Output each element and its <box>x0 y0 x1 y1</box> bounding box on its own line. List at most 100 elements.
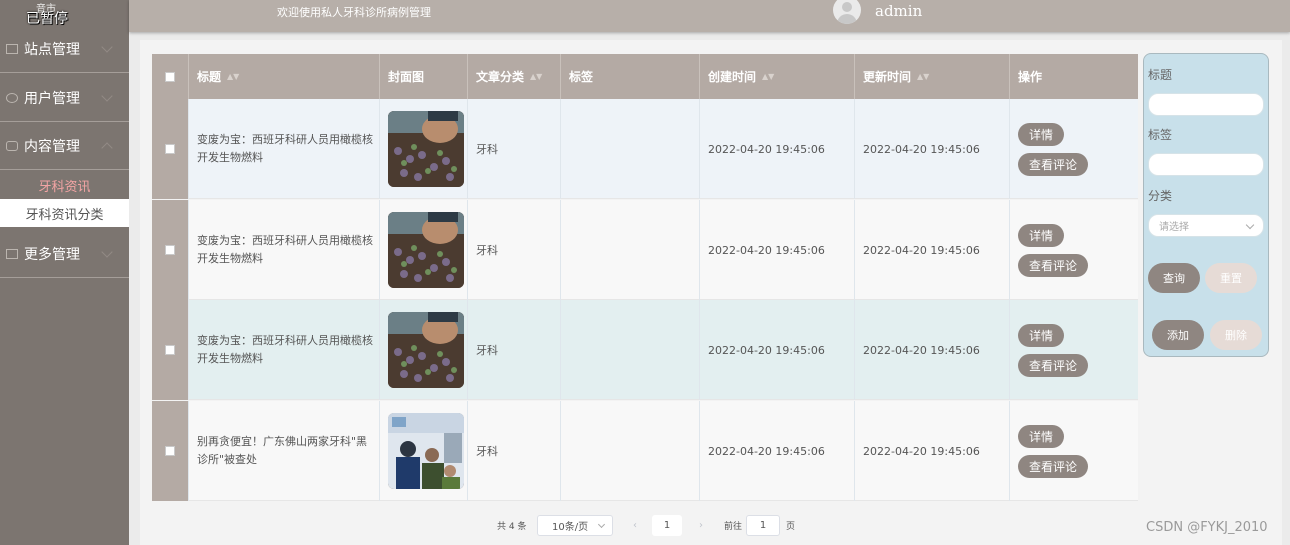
column-header-label: 更新时间 <box>863 70 912 84</box>
column-header-updated[interactable]: 更新时间 ▲▼ <box>855 54 1010 99</box>
next-page-button[interactable]: › <box>690 515 712 536</box>
updated-time: 2022-04-20 19:45:06 <box>863 444 980 458</box>
created-time: 2022-04-20 19:45:06 <box>708 243 825 257</box>
detail-button[interactable]: 详情 <box>1018 223 1065 247</box>
page-number[interactable]: 1 <box>652 514 682 536</box>
avatar-head <box>842 2 852 12</box>
sort-icon[interactable]: ▲▼ <box>530 72 542 81</box>
cover-image[interactable] <box>388 111 464 187</box>
sidebar-item-content[interactable]: 内容管理 <box>0 122 129 170</box>
row-select-cell <box>152 200 189 300</box>
title-filter-input[interactable] <box>1148 93 1264 116</box>
actions-cell: 详情 查看评论 <box>1010 401 1138 501</box>
article-title: 别再贪便宜！广东佛山两家牙科"黑诊所"被查处 <box>197 435 368 466</box>
search-panel: 标题 标签 分类 请选择 查询 重置 添加 删除 <box>1143 53 1269 357</box>
article-category: 牙科 <box>476 344 498 357</box>
prev-page-button[interactable]: ‹ <box>624 515 646 536</box>
reset-button[interactable]: 重置 <box>1205 263 1257 293</box>
updated-cell: 2022-04-20 19:45:06 <box>855 401 1010 501</box>
sidebar-item-site[interactable]: 站点管理 <box>0 25 129 73</box>
category-cell: 牙科 <box>468 99 561 199</box>
category-select[interactable]: 请选择 <box>1148 214 1264 237</box>
title-cell: 变废为宝：西班牙科研人员用橄榄核开发生物燃料 <box>189 300 380 400</box>
cover-cell <box>380 401 468 501</box>
add-button[interactable]: 添加 <box>1152 320 1204 350</box>
view-comments-button[interactable]: 查看评论 <box>1018 454 1089 478</box>
column-header-label: 标题 <box>197 70 222 84</box>
cover-cell <box>380 99 468 199</box>
cover-cell <box>380 200 468 300</box>
cover-image[interactable] <box>388 312 464 388</box>
row-checkbox[interactable] <box>165 245 175 255</box>
tags-cell <box>561 401 700 501</box>
column-header-category[interactable]: 文章分类 ▲▼ <box>468 54 561 99</box>
tags-cell <box>561 200 700 300</box>
sort-icon[interactable]: ▲▼ <box>917 72 929 81</box>
welcome-text: 欢迎使用私人牙科诊所病例管理 <box>277 6 431 19</box>
sort-icon[interactable]: ▲▼ <box>762 72 774 81</box>
actions-cell: 详情 查看评论 <box>1010 99 1138 199</box>
chevron-down-icon <box>101 89 113 102</box>
table-row: 别再贪便宜！广东佛山两家牙科"黑诊所"被查处 牙科 2022-04-20 19:45… <box>152 401 1138 501</box>
view-comments-button[interactable]: 查看评论 <box>1018 152 1089 176</box>
category-cell: 牙科 <box>468 200 561 300</box>
cover-image[interactable] <box>388 212 464 288</box>
view-comments-button[interactable]: 查看评论 <box>1018 253 1089 277</box>
pagination-total: 共 4 条 <box>497 521 527 532</box>
goto-page-input[interactable]: 1 <box>746 514 780 536</box>
sidebar-subitem-dental-news[interactable]: 牙科资讯 <box>0 171 129 199</box>
sidebar-item-more[interactable]: 更多管理 <box>0 230 129 278</box>
sidebar-subitem-news-category[interactable]: 牙科资讯分类 <box>0 199 129 227</box>
created-time: 2022-04-20 19:45:06 <box>708 444 825 458</box>
top-bar: 欢迎使用私人牙科诊所病例管理 admin <box>129 0 1290 32</box>
view-comments-button[interactable]: 查看评论 <box>1018 353 1089 377</box>
article-category: 牙科 <box>476 143 498 156</box>
category-select-placeholder: 请选择 <box>1159 222 1189 233</box>
column-header-label: 操作 <box>1018 70 1043 84</box>
actions-cell: 详情 查看评论 <box>1010 200 1138 300</box>
sidebar-item-users[interactable]: 用户管理 <box>0 74 129 122</box>
title-cell: 变废为宝：西班牙科研人员用橄榄核开发生物燃料 <box>189 99 380 199</box>
chat-icon <box>6 140 18 151</box>
detail-button[interactable]: 详情 <box>1018 122 1065 146</box>
column-header-title[interactable]: 标题 ▲▼ <box>189 54 380 99</box>
category-filter-label: 分类 <box>1148 189 1173 203</box>
chevron-down-icon <box>597 520 606 528</box>
delete-button[interactable]: 删除 <box>1210 320 1262 350</box>
sort-icon[interactable]: ▲▼ <box>227 72 239 81</box>
page-size-value: 10条/页 <box>552 521 589 533</box>
goto-prefix: 前往 <box>724 521 743 532</box>
detail-button[interactable]: 详情 <box>1018 323 1065 347</box>
article-title: 变废为宝：西班牙科研人员用橄榄核开发生物燃料 <box>197 234 373 265</box>
sidebar: 音市 已暂停 站点管理 用户管理 内容管理 牙科资讯 牙科资讯分类 更多管理 <box>0 0 129 545</box>
detail-button[interactable]: 详情 <box>1018 424 1065 448</box>
column-header-label: 标签 <box>569 70 594 84</box>
avatar[interactable] <box>833 0 861 24</box>
sidebar-item-label: 站点管理 <box>24 41 80 58</box>
category-cell: 牙科 <box>468 401 561 501</box>
row-checkbox[interactable] <box>165 144 175 154</box>
monitor-icon <box>6 43 18 54</box>
column-header-actions: 操作 <box>1010 54 1138 99</box>
row-checkbox[interactable] <box>165 446 175 456</box>
username[interactable]: admin <box>875 2 922 20</box>
created-cell: 2022-04-20 19:45:06 <box>700 99 855 199</box>
page-size-select[interactable]: 10条/页 <box>537 514 613 536</box>
column-header-tags: 标签 <box>561 54 700 99</box>
tag-filter-input[interactable] <box>1148 153 1264 176</box>
column-header-created[interactable]: 创建时间 ▲▼ <box>700 54 855 99</box>
select-all-cell <box>152 54 189 99</box>
cover-image[interactable] <box>388 413 464 489</box>
select-all-checkbox[interactable] <box>165 71 175 82</box>
row-checkbox[interactable] <box>165 345 175 355</box>
table-row: 变废为宝：西班牙科研人员用橄榄核开发生物燃料 牙科 2022-04-20 19:45… <box>152 300 1138 400</box>
sidebar-item-label: 用户管理 <box>24 90 80 107</box>
chevron-down-icon <box>101 245 113 258</box>
row-select-cell <box>152 401 189 501</box>
page-size-box[interactable]: 10条/页 <box>537 514 613 536</box>
query-button[interactable]: 查询 <box>1148 263 1200 293</box>
sidebar-item-label: 更多管理 <box>24 246 80 263</box>
updated-time: 2022-04-20 19:45:06 <box>863 142 980 156</box>
goto-suffix: 页 <box>786 521 796 532</box>
chevron-down-icon <box>101 40 113 53</box>
